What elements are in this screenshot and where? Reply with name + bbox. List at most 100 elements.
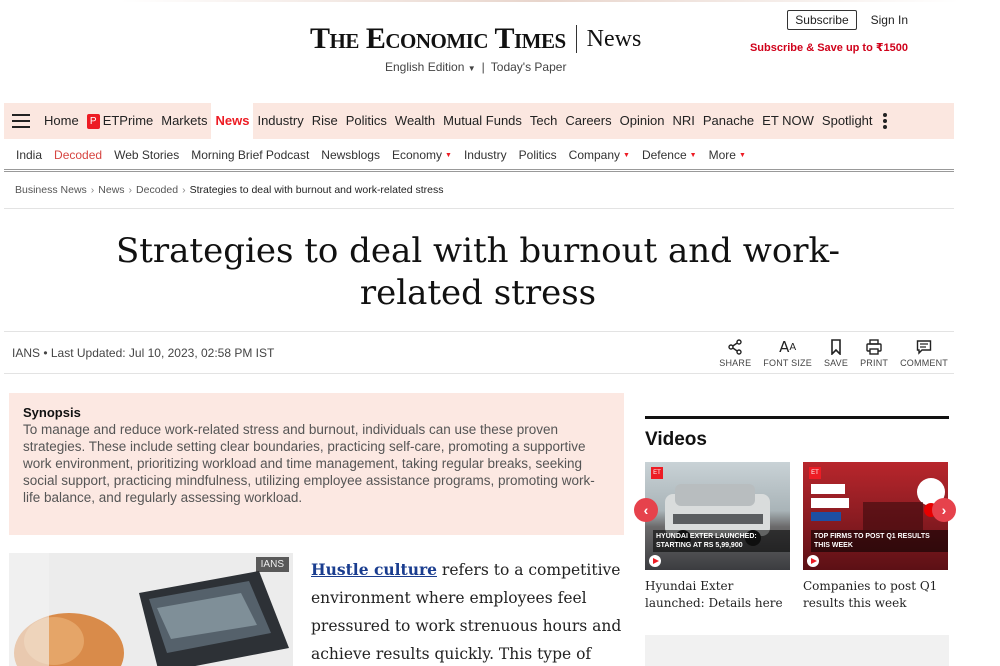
subscribe-promo-link[interactable]: Subscribe & Save up to ₹1500	[750, 41, 908, 54]
breadcrumb-separator: ›	[182, 184, 186, 196]
synopsis-text: To manage and reduce work-related stress…	[23, 422, 595, 505]
video-caption[interactable]: Companies to post Q1 results this week	[803, 578, 948, 612]
nav-item-tech[interactable]: Tech	[526, 103, 561, 139]
byline: IANS • Last Updated: Jul 10, 2023, 02:58…	[12, 346, 275, 360]
subnav-item-company[interactable]: Company ▼	[563, 148, 636, 162]
article-tools: SHARE AA FONT SIZE SAVE PRINT COMMENT	[719, 338, 948, 368]
video-thumb-text: HYUNDAI EXTER LAUNCHED: STARTING AT RS 5…	[653, 530, 790, 552]
font-size-label: FONT SIZE	[763, 358, 812, 368]
article-title: Strategies to deal with burnout and work…	[115, 231, 841, 313]
nav-item-etprime[interactable]: P ETPrime	[83, 103, 158, 139]
share-label: SHARE	[719, 358, 752, 368]
brand-separator	[575, 25, 577, 53]
byline-bar: IANS • Last Updated: Jul 10, 2023, 02:58…	[4, 331, 954, 374]
nav-item-politics[interactable]: Politics	[342, 103, 391, 139]
nav-item-news[interactable]: News	[211, 103, 254, 139]
videos-rule	[645, 416, 949, 419]
nav-item-rise[interactable]: Rise	[308, 103, 342, 139]
font-size-icon: AA	[779, 338, 797, 356]
subnav-item-web-stories[interactable]: Web Stories	[108, 148, 185, 162]
et-badge-icon: ET	[809, 467, 821, 479]
article-body: Hustle culture refers to a competitive e…	[311, 556, 626, 666]
breadcrumb-business-news[interactable]: Business News	[15, 184, 87, 196]
nav-item-et-now[interactable]: ET NOW	[758, 103, 818, 139]
font-size-button[interactable]: AA FONT SIZE	[763, 338, 812, 368]
video-thumb-text: TOP FIRMS TO POST Q1 RESULTS THIS WEEK	[811, 530, 948, 552]
edition-row: English Edition ▼ | Today's Paper	[385, 60, 566, 74]
save-label: SAVE	[823, 358, 849, 368]
secondary-nav: India Decoded Web Stories Morning Brief …	[4, 140, 954, 172]
play-icon[interactable]	[649, 555, 661, 567]
nav-item-spotlight[interactable]: Spotlight	[818, 103, 877, 139]
caret-down-icon: ▼	[689, 151, 697, 159]
caret-down-icon: ▼	[445, 151, 452, 159]
video-card[interactable]: ET HYUNDAI EXTER LAUNCHED: STARTING AT R…	[645, 462, 790, 612]
breadcrumb-decoded[interactable]: Decoded	[136, 184, 178, 196]
print-label: PRINT	[860, 358, 889, 368]
save-button[interactable]: SAVE	[824, 338, 848, 368]
nav-item-industry[interactable]: Industry	[253, 103, 307, 139]
subnav-item-india[interactable]: India	[10, 148, 48, 162]
nav-item-careers[interactable]: Careers	[561, 103, 615, 139]
subnav-item-newsblogs[interactable]: Newsblogs	[315, 148, 386, 162]
nav-item-opinion[interactable]: Opinion	[616, 103, 669, 139]
share-icon	[727, 338, 743, 356]
breadcrumb-separator: ›	[128, 184, 133, 196]
article-page: The Economic Times News English Edition …	[0, 0, 1000, 666]
comment-label: COMMENT	[900, 358, 948, 368]
ad-placeholder	[645, 635, 949, 666]
print-button[interactable]: PRINT	[860, 338, 888, 368]
article-image-illustration	[9, 553, 293, 666]
share-button[interactable]: SHARE	[719, 338, 751, 368]
caret-down-icon: ▼	[467, 64, 476, 73]
nav-item-home[interactable]: Home	[40, 103, 83, 139]
subscribe-button[interactable]: Subscribe	[787, 10, 857, 30]
subnav-item-industry[interactable]: Industry	[458, 148, 513, 162]
brand[interactable]: The Economic Times News	[310, 22, 641, 56]
account-actions: Subscribe Sign In	[787, 10, 908, 30]
etprime-icon: P	[86, 114, 100, 130]
et-badge-icon: ET	[651, 467, 663, 479]
hustle-culture-link[interactable]: Hustle culture	[311, 560, 437, 579]
chevron-left-icon: ‹	[643, 502, 649, 518]
breadcrumb-news[interactable]: News	[98, 184, 124, 196]
masthead: The Economic Times News English Edition …	[0, 0, 960, 100]
videos-title: Videos	[645, 429, 707, 450]
print-icon	[866, 338, 882, 356]
nav-item-markets[interactable]: Markets	[157, 103, 211, 139]
top-divider	[120, 0, 960, 2]
play-icon[interactable]	[807, 555, 819, 567]
nav-item-wealth[interactable]: Wealth	[391, 103, 439, 139]
more-options-icon[interactable]	[882, 113, 887, 129]
subnav-item-more[interactable]: More ▼	[703, 148, 752, 162]
video-thumbnail[interactable]: ET TOP FIRMS TO POST Q1 RESULTS THIS WEE…	[803, 462, 948, 570]
car-illustration	[665, 484, 770, 546]
sign-in-link[interactable]: Sign In	[871, 13, 908, 27]
et-logo[interactable]: The Economic Times	[310, 22, 566, 56]
caret-down-icon: ▼	[738, 151, 746, 159]
caret-down-icon: ▼	[623, 151, 630, 159]
carousel-prev-button[interactable]: ‹	[634, 498, 658, 522]
subnav-item-defence[interactable]: Defence ▼	[636, 148, 703, 162]
subnav-item-economy[interactable]: Economy ▼	[386, 148, 458, 162]
carousel-next-button[interactable]: ›	[932, 498, 956, 522]
subnav-item-politics[interactable]: Politics	[513, 148, 563, 162]
nav-item-nri[interactable]: NRI	[668, 103, 698, 139]
video-thumbnail[interactable]: ET HYUNDAI EXTER LAUNCHED: STARTING AT R…	[645, 462, 790, 570]
video-card[interactable]: ET TOP FIRMS TO POST Q1 RESULTS THIS WEE…	[803, 462, 948, 612]
section-name[interactable]: News	[587, 26, 642, 53]
nav-item-panache[interactable]: Panache	[699, 103, 758, 139]
comment-button[interactable]: COMMENT	[900, 338, 948, 368]
subnav-item-morning-brief[interactable]: Morning Brief Podcast	[185, 148, 315, 162]
breadcrumb-separator: ›	[90, 184, 95, 196]
subnav-item-decoded[interactable]: Decoded	[48, 148, 108, 162]
hamburger-menu-icon[interactable]	[12, 114, 30, 128]
nav-item-mutual-funds[interactable]: Mutual Funds	[439, 103, 526, 139]
synopsis-heading: Synopsis	[23, 405, 81, 420]
todays-paper-link[interactable]: Today's Paper	[491, 60, 567, 74]
edition-selector[interactable]: English Edition ▼	[385, 60, 476, 74]
breadcrumb-current: Strategies to deal with burnout and work…	[189, 184, 444, 196]
chevron-right-icon: ›	[941, 502, 947, 518]
video-caption[interactable]: Hyundai Exter launched: Details here	[645, 578, 790, 612]
edition-separator: |	[481, 60, 485, 74]
